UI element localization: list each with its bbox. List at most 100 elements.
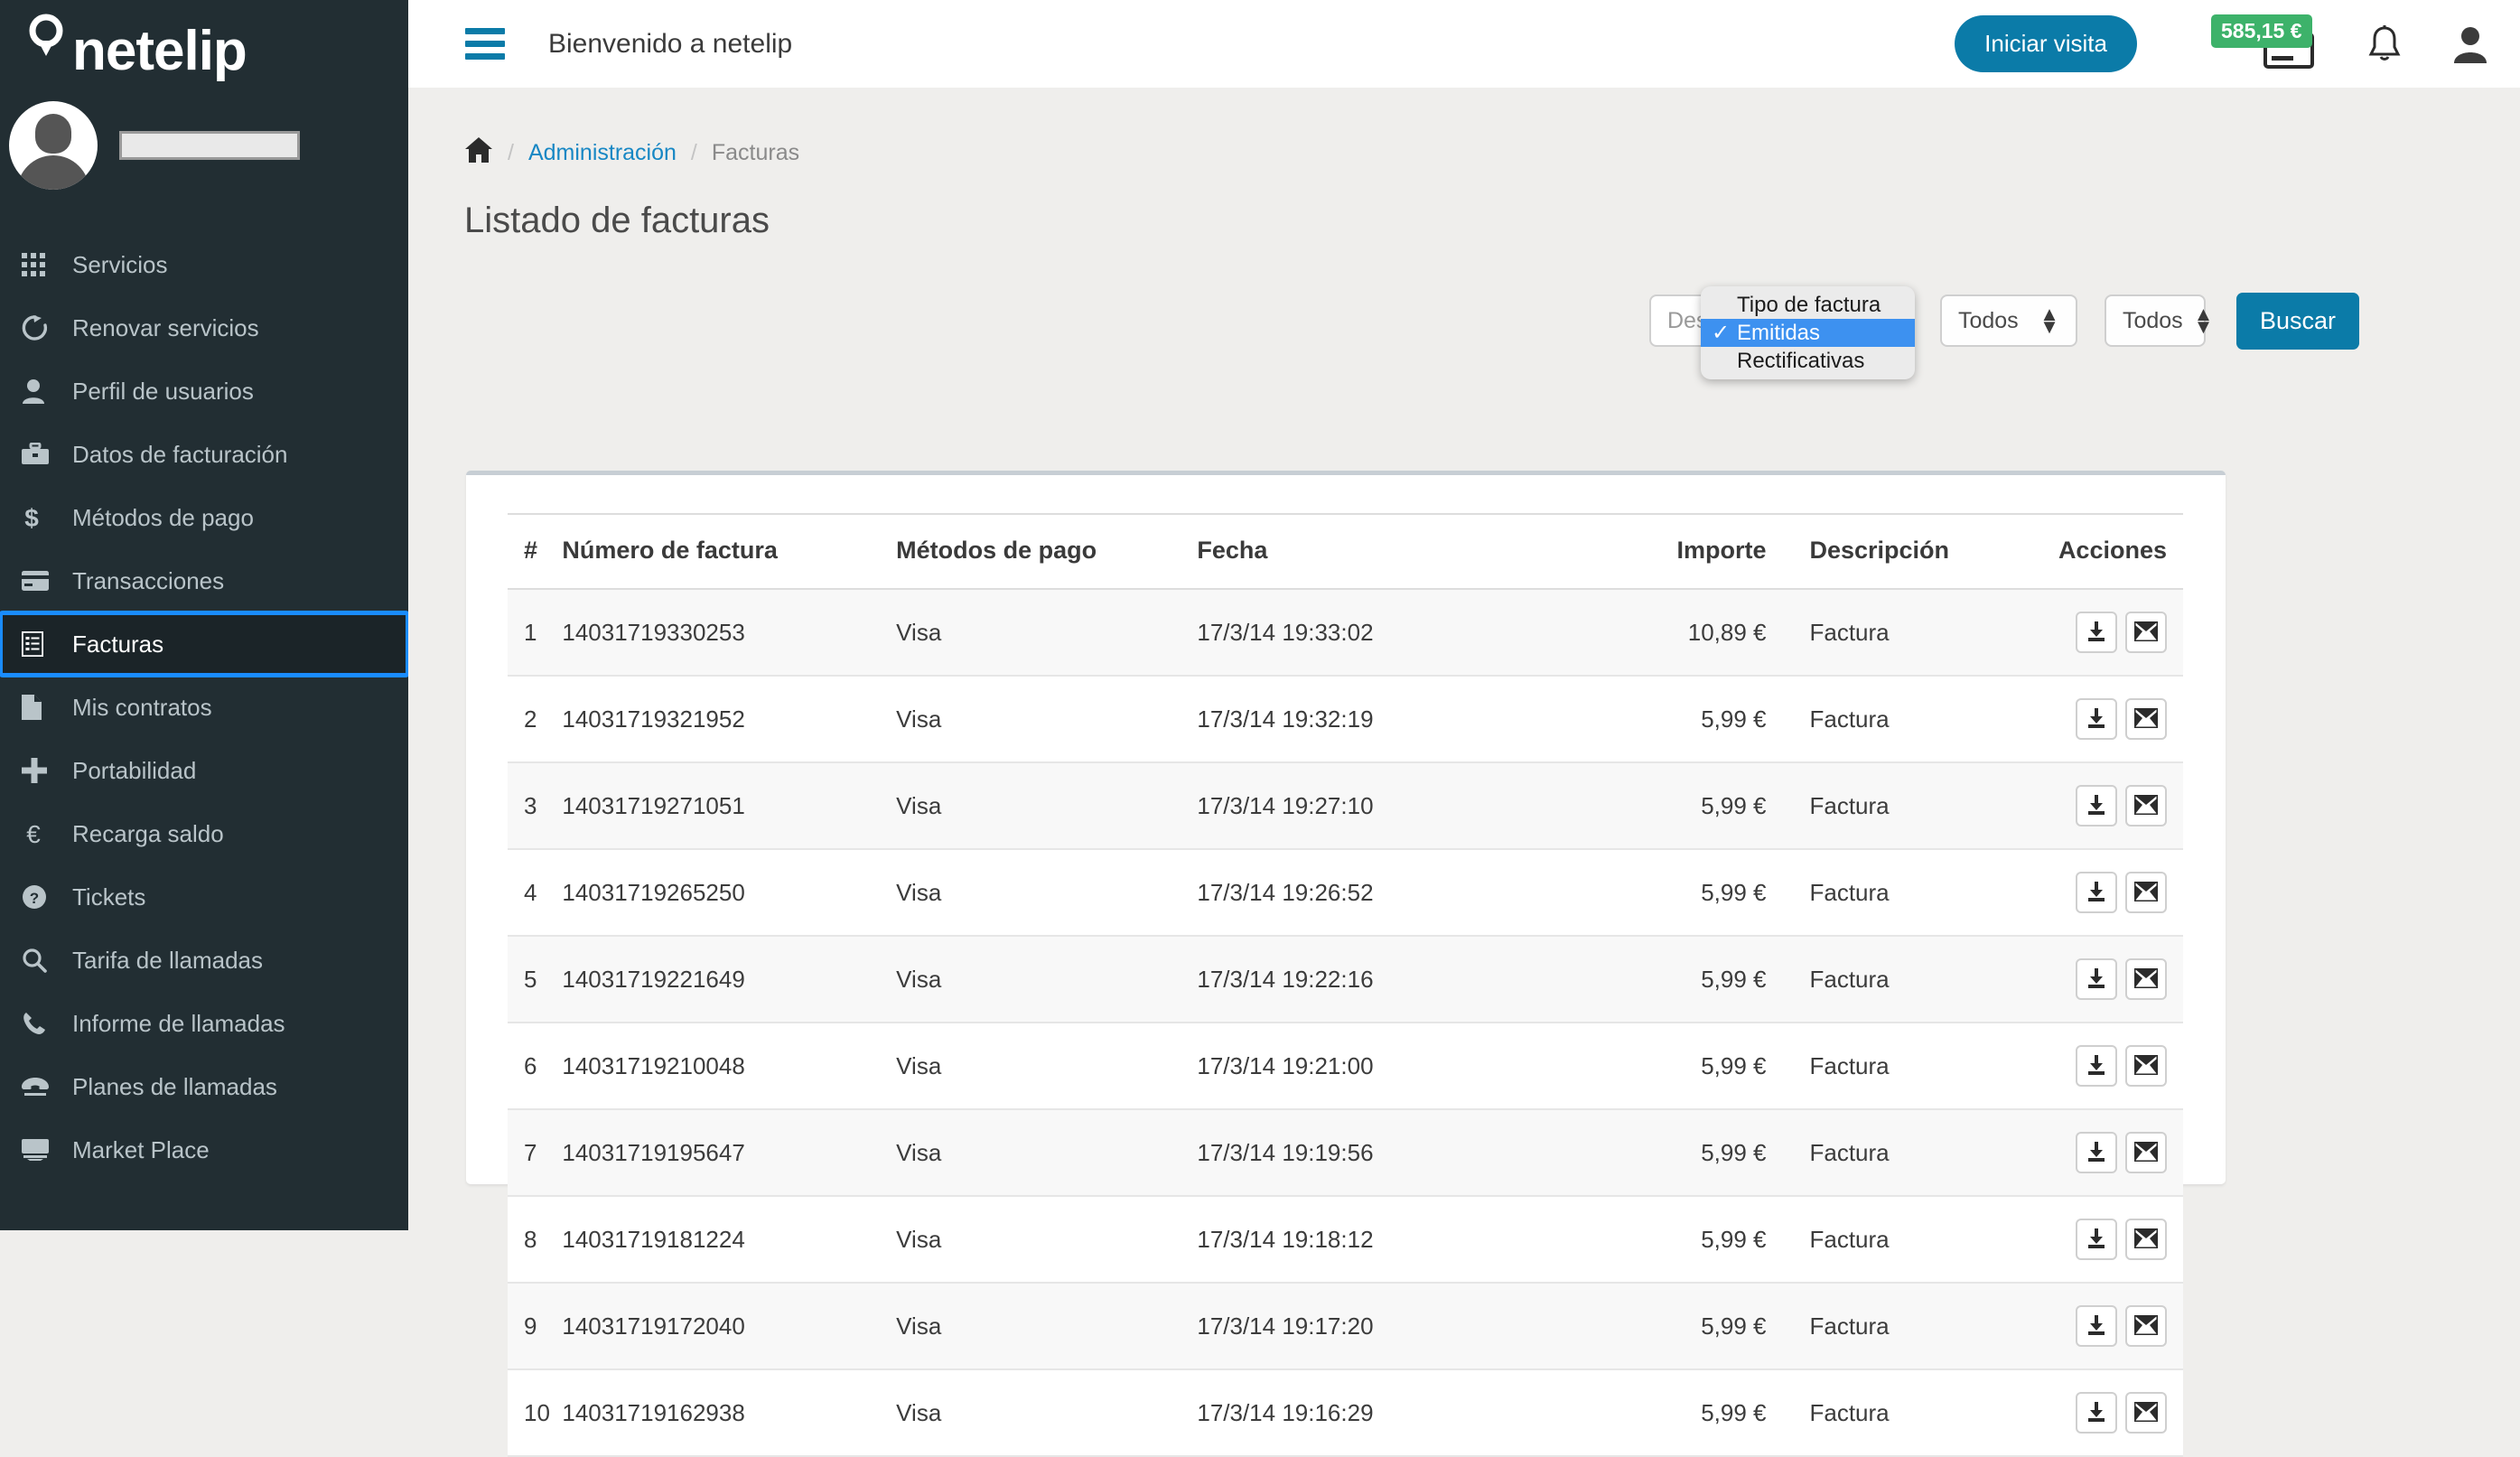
cell-invoice-number: 14031719221649 (562, 936, 897, 1023)
sidebar-item-servicios[interactable]: Servicios (0, 233, 408, 296)
sidebar-item-label: Recarga saldo (72, 819, 224, 847)
avatar-body (17, 155, 89, 190)
user-account-icon[interactable] (2453, 25, 2487, 63)
breadcrumb-link-administracion[interactable]: Administración (528, 140, 677, 166)
breadcrumb-separator: / (690, 140, 697, 165)
cell-payment-method: Visa (896, 1369, 1198, 1457)
table-row[interactable]: 1 14031719330253 Visa 17/3/14 19:33:02 1… (508, 589, 2183, 677)
breadcrumb-current: Facturas (711, 140, 800, 165)
table-row[interactable]: 10 14031719162938 Visa 17/3/14 19:16:29 … (508, 1369, 2183, 1457)
sidebar-item-recarga-saldo[interactable]: € Recarga saldo (0, 802, 408, 865)
download-invoice-button[interactable] (2076, 785, 2117, 827)
download-invoice-button[interactable] (2076, 872, 2117, 913)
sidebar-item-informe-de-llamadas[interactable]: Informe de llamadas (0, 992, 408, 1055)
table-row[interactable]: 7 14031719195647 Visa 17/3/14 19:19:56 5… (508, 1109, 2183, 1197)
email-invoice-button[interactable] (2125, 958, 2167, 1000)
desktop-icon (22, 1139, 63, 1161)
sidebar-item-planes-de-llamadas[interactable]: Planes de llamadas (0, 1055, 408, 1118)
tipo-option-emitidas[interactable]: ✓ Emitidas (1701, 319, 1915, 347)
table-row[interactable]: 3 14031719271051 Visa 17/3/14 19:27:10 5… (508, 762, 2183, 850)
cell-number: 1 (508, 589, 563, 677)
table-row[interactable]: 5 14031719221649 Visa 17/3/14 19:22:16 5… (508, 936, 2183, 1023)
sidebar-item-perfil-de-usuarios[interactable]: Perfil de usuarios (0, 360, 408, 423)
download-invoice-button[interactable] (2076, 698, 2117, 740)
anio-select[interactable]: Todos ▲ ▼ (2104, 294, 2213, 347)
download-icon (2085, 793, 2108, 819)
cell-date: 17/3/14 19:16:29 (1197, 1369, 1610, 1457)
download-invoice-button[interactable] (2076, 1305, 2117, 1347)
cell-actions (2058, 1283, 2183, 1370)
email-invoice-button[interactable] (2125, 1392, 2167, 1434)
envelope-icon (2133, 1141, 2159, 1164)
email-invoice-button[interactable] (2125, 785, 2167, 827)
download-invoice-button[interactable] (2076, 1219, 2117, 1260)
email-invoice-button[interactable] (2125, 1305, 2167, 1347)
welcome-text: Bienvenido a netelip (548, 28, 793, 59)
sidebar-item-transacciones[interactable]: Transacciones (0, 549, 408, 612)
cell-number: 7 (508, 1109, 563, 1197)
balance-widget[interactable]: 585,15 € (2211, 14, 2316, 74)
euro-icon: € (22, 820, 63, 847)
brand-name: netelip (72, 20, 247, 82)
sidebar-item-datos-de-facturacion[interactable]: Datos de facturación (0, 423, 408, 486)
table-row[interactable]: 8 14031719181224 Visa 17/3/14 19:18:12 5… (508, 1196, 2183, 1284)
location-pin-icon (22, 11, 70, 67)
brand-logo[interactable]: netelip (22, 7, 247, 79)
cell-description: Factura (1773, 589, 2058, 677)
tipo-option-rectificativas[interactable]: Rectificativas (1701, 347, 1915, 375)
download-invoice-button[interactable] (2076, 958, 2117, 1000)
sidebar-item-label: Perfil de usuarios (72, 377, 254, 405)
sidebar-item-facturas[interactable]: Facturas (0, 611, 408, 677)
cell-number: 9 (508, 1283, 563, 1370)
avatar (9, 101, 98, 190)
cell-number: 8 (508, 1196, 563, 1284)
envelope-icon (2133, 1314, 2159, 1338)
cell-invoice-number: 14031719195647 (562, 1109, 897, 1197)
bell-icon[interactable] (2366, 24, 2403, 64)
estado-select[interactable]: Todos ▲ ▼ (1939, 294, 2077, 347)
download-invoice-button[interactable] (2076, 1392, 2117, 1434)
hamburger-bar (465, 41, 505, 47)
sidebar-item-metodos-de-pago[interactable]: $ Métodos de pago (0, 486, 408, 549)
iniciar-visita-button[interactable]: Iniciar visita (1955, 15, 2137, 72)
plus-icon (22, 758, 63, 783)
svg-text:?: ? (30, 890, 39, 907)
email-invoice-button[interactable] (2125, 1132, 2167, 1173)
table-row[interactable]: 4 14031719265250 Visa 17/3/14 19:26:52 5… (508, 849, 2183, 937)
download-invoice-button[interactable] (2076, 612, 2117, 653)
cell-invoice-number: 14031719181224 (562, 1196, 897, 1284)
table-row[interactable]: 9 14031719172040 Visa 17/3/14 19:17:20 5… (508, 1283, 2183, 1370)
breadcrumb-separator: / (508, 140, 514, 165)
buscar-button[interactable]: Buscar (2235, 292, 2359, 350)
cell-description: Factura (1773, 1109, 2058, 1197)
sidebar-menu: Servicios Renovar servicios Perfil de us… (0, 233, 408, 1181)
email-invoice-button[interactable] (2125, 1045, 2167, 1087)
table-row[interactable]: 6 14031719210048 Visa 17/3/14 19:21:00 5… (508, 1023, 2183, 1110)
email-invoice-button[interactable] (2125, 872, 2167, 913)
download-icon (2085, 1313, 2108, 1340)
search-icon (22, 948, 63, 973)
sidebar-item-tickets[interactable]: ? Tickets (0, 865, 408, 929)
hamburger-icon[interactable] (465, 28, 505, 60)
email-invoice-button[interactable] (2125, 698, 2167, 740)
sidebar-item-mis-contratos[interactable]: Mis contratos (0, 676, 408, 739)
download-invoice-button[interactable] (2076, 1132, 2117, 1173)
table-row[interactable]: 2 14031719321952 Visa 17/3/14 19:32:19 5… (508, 676, 2183, 763)
sidebar-item-label: Tarifa de llamadas (72, 946, 263, 974)
home-icon[interactable] (464, 136, 493, 170)
download-invoice-button[interactable] (2076, 1045, 2117, 1087)
question-circle-icon: ? (22, 884, 63, 910)
sidebar-item-portabilidad[interactable]: Portabilidad (0, 739, 408, 802)
email-invoice-button[interactable] (2125, 1219, 2167, 1260)
sidebar-item-tarifa-de-llamadas[interactable]: Tarifa de llamadas (0, 929, 408, 992)
sidebar-item-renovar-servicios[interactable]: Renovar servicios (0, 296, 408, 360)
filter-bar: Todos ▲▼ Todos ▲▼ Buscar Tipo de factura… (408, 277, 2520, 379)
email-invoice-button[interactable] (2125, 612, 2167, 653)
tipo-option-placeholder[interactable]: Tipo de factura (1701, 291, 1915, 319)
tipo-factura-dropdown-popup[interactable]: Tipo de factura ✓ Emitidas Rectificativa… (1701, 286, 1915, 379)
sidebar-user[interactable] (9, 101, 300, 190)
page-title: Listado de facturas (464, 201, 770, 240)
balance-badge: 585,15 € (2211, 14, 2312, 48)
sidebar-item-market-place[interactable]: Market Place (0, 1118, 408, 1181)
user-name-field[interactable] (119, 131, 300, 160)
